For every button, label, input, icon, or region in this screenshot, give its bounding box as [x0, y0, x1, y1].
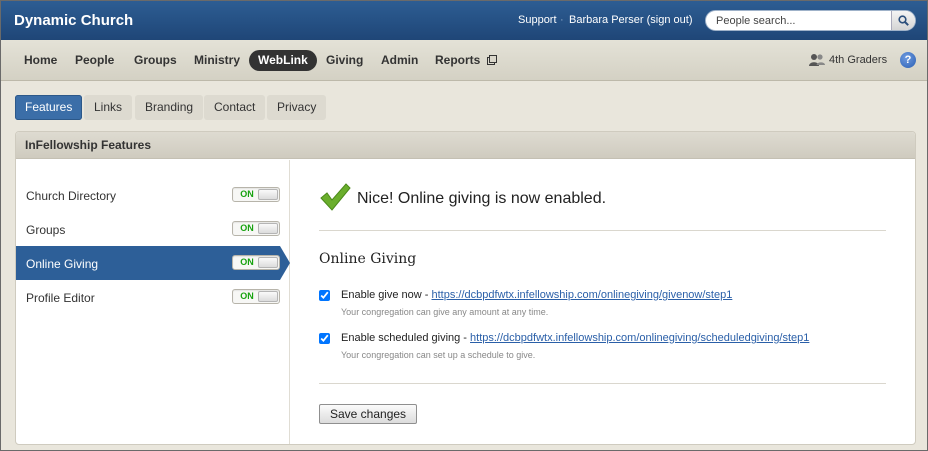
- nav-weblink[interactable]: WebLink: [249, 50, 317, 71]
- support-link[interactable]: Support: [518, 14, 557, 26]
- give-now-label: Enable give now -: [341, 289, 432, 301]
- divider: [319, 230, 886, 231]
- option-label: Enable scheduled giving - https://dcbpdf…: [341, 332, 809, 344]
- features-sidebar: Church Directory ON Groups ON Online Giv…: [16, 160, 290, 444]
- nav-reports[interactable]: Reports: [426, 50, 506, 71]
- search-button[interactable]: [891, 11, 915, 30]
- success-text: Nice! Online giving is now enabled.: [357, 190, 607, 207]
- user-signout-link[interactable]: Barbara Perser (sign out): [569, 14, 693, 26]
- sidebar-item-label: Online Giving: [26, 257, 99, 271]
- option-label: Enable give now - https://dcbpdfwtx.infe…: [341, 289, 732, 301]
- divider: [319, 383, 886, 384]
- magnifier-icon: [898, 15, 909, 26]
- help-icon[interactable]: ?: [900, 52, 916, 68]
- features-panel: InFellowship Features Church Directory O…: [15, 131, 916, 445]
- panel-title: InFellowship Features: [16, 132, 915, 159]
- toggle-church-directory[interactable]: ON: [232, 187, 280, 202]
- sidebar-item-label: Groups: [26, 223, 66, 237]
- tab-contact[interactable]: Contact: [204, 95, 266, 120]
- toggle-knob: [258, 189, 278, 200]
- top-bar: Dynamic Church Support · Barbara Perser …: [1, 1, 927, 40]
- toggle-state: ON: [240, 189, 254, 199]
- nav-groups[interactable]: Groups: [125, 50, 186, 71]
- nav-home[interactable]: Home: [15, 50, 66, 71]
- give-now-link[interactable]: https://dcbpdfwtx.infellowship.com/onlin…: [432, 289, 733, 301]
- toggle-online-giving[interactable]: ON: [232, 255, 280, 270]
- toggle-knob: [258, 291, 278, 302]
- app-brand[interactable]: Dynamic Church: [14, 12, 133, 29]
- toggle-state: ON: [240, 223, 254, 233]
- sidebar-item-label: Profile Editor: [26, 291, 95, 305]
- scheduled-giving-label: Enable scheduled giving -: [341, 332, 471, 344]
- checkmark-icon: [320, 183, 351, 211]
- main-nav: Home People Groups Ministry WebLink Givi…: [1, 40, 927, 81]
- nav-ministry[interactable]: Ministry: [185, 50, 249, 71]
- toggle-profile-editor[interactable]: ON: [232, 289, 280, 304]
- people-search-input[interactable]: [706, 11, 892, 30]
- toggle-knob: [258, 223, 278, 234]
- scheduled-giving-checkbox[interactable]: [319, 333, 330, 344]
- toggle-knob: [258, 257, 278, 268]
- people-search: [705, 10, 916, 31]
- toggle-state: ON: [240, 291, 254, 301]
- sidebar-item-online-giving[interactable]: Online Giving ON: [16, 246, 290, 280]
- give-now-help: Your congregation can give any amount at…: [341, 307, 549, 317]
- sidebar-item-profile-editor[interactable]: Profile Editor ON: [16, 280, 290, 314]
- tab-branding[interactable]: Branding: [135, 95, 204, 120]
- save-changes-button[interactable]: Save changes: [319, 404, 418, 424]
- top-separator: ·: [560, 14, 564, 26]
- sidebar-item-groups[interactable]: Groups ON: [16, 212, 290, 246]
- sidebar-item-church-directory[interactable]: Church Directory ON: [16, 178, 290, 212]
- toggle-groups[interactable]: ON: [232, 221, 280, 236]
- nav-admin[interactable]: Admin: [372, 50, 427, 71]
- toggle-state: ON: [240, 257, 254, 267]
- scheduled-giving-link[interactable]: https://dcbpdfwtx.infellowship.com/onlin…: [470, 332, 809, 344]
- people-icon: [809, 54, 825, 66]
- nav-reports-label: Reports: [435, 53, 481, 67]
- sidebar-item-label: Church Directory: [26, 189, 117, 203]
- nav-people[interactable]: People: [66, 50, 123, 71]
- give-now-checkbox[interactable]: [319, 290, 330, 301]
- scheduled-giving-help: Your congregation can set up a schedule …: [341, 350, 536, 360]
- external-window-icon: [486, 55, 497, 65]
- tab-privacy[interactable]: Privacy: [267, 95, 327, 120]
- tab-features[interactable]: Features: [15, 95, 83, 120]
- group-selector[interactable]: 4th Graders: [829, 54, 887, 66]
- section-title: Online Giving: [319, 251, 417, 267]
- tab-links[interactable]: Links: [84, 95, 133, 120]
- nav-giving[interactable]: Giving: [317, 50, 372, 71]
